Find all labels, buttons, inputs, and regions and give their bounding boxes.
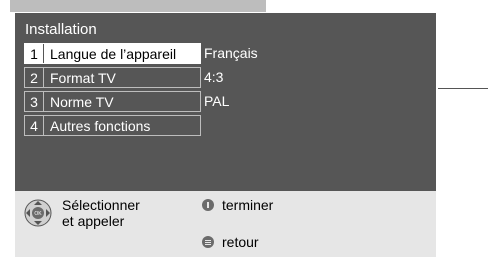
legend-select-text: Sélectionner et appeler (62, 197, 140, 229)
leader-line (438, 88, 488, 89)
menu-item-number: 3 (25, 92, 44, 111)
menu-title: Installation (25, 21, 97, 38)
legend-select-line1: Sélectionner (62, 197, 140, 213)
osd-menu: Installation 1 Langue de l’appareil Fran… (15, 13, 436, 257)
legend-finish: terminer (202, 197, 273, 213)
legend-select-line2: et appeler (62, 213, 125, 229)
menu-item-label: Langue de l’appareil (50, 45, 177, 62)
menu-item-value: PAL (204, 93, 230, 109)
navigation-ring-icon: OK (24, 199, 52, 227)
menu-item-value: 4:3 (204, 69, 224, 85)
button-legend: OK Sélectionner et appeler terminer reto… (15, 191, 436, 257)
menu-item-norme-tv[interactable]: 3 Norme TV (24, 91, 201, 112)
menu-item-label: Norme TV (50, 93, 114, 110)
top-tab-bar (10, 0, 266, 12)
menu-item-value: Français (204, 45, 258, 61)
menu-item-number: 4 (25, 116, 44, 135)
menu-item-label: Autres fonctions (50, 117, 151, 134)
menu-button-icon (202, 236, 214, 248)
menu-item-number: 2 (25, 68, 44, 87)
legend-back: retour (202, 234, 259, 250)
legend-finish-label: terminer (222, 197, 274, 213)
menu-item-format-tv[interactable]: 2 Format TV (24, 67, 201, 88)
info-button-icon (202, 199, 214, 211)
menu-item-label: Format TV (50, 69, 116, 86)
menu-item-autres-fonctions[interactable]: 4 Autres fonctions (24, 115, 201, 136)
svg-text:OK: OK (34, 211, 42, 217)
legend-back-label: retour (222, 234, 259, 250)
menu-item-langue[interactable]: 1 Langue de l’appareil (24, 43, 201, 64)
menu-item-number: 1 (25, 44, 44, 63)
